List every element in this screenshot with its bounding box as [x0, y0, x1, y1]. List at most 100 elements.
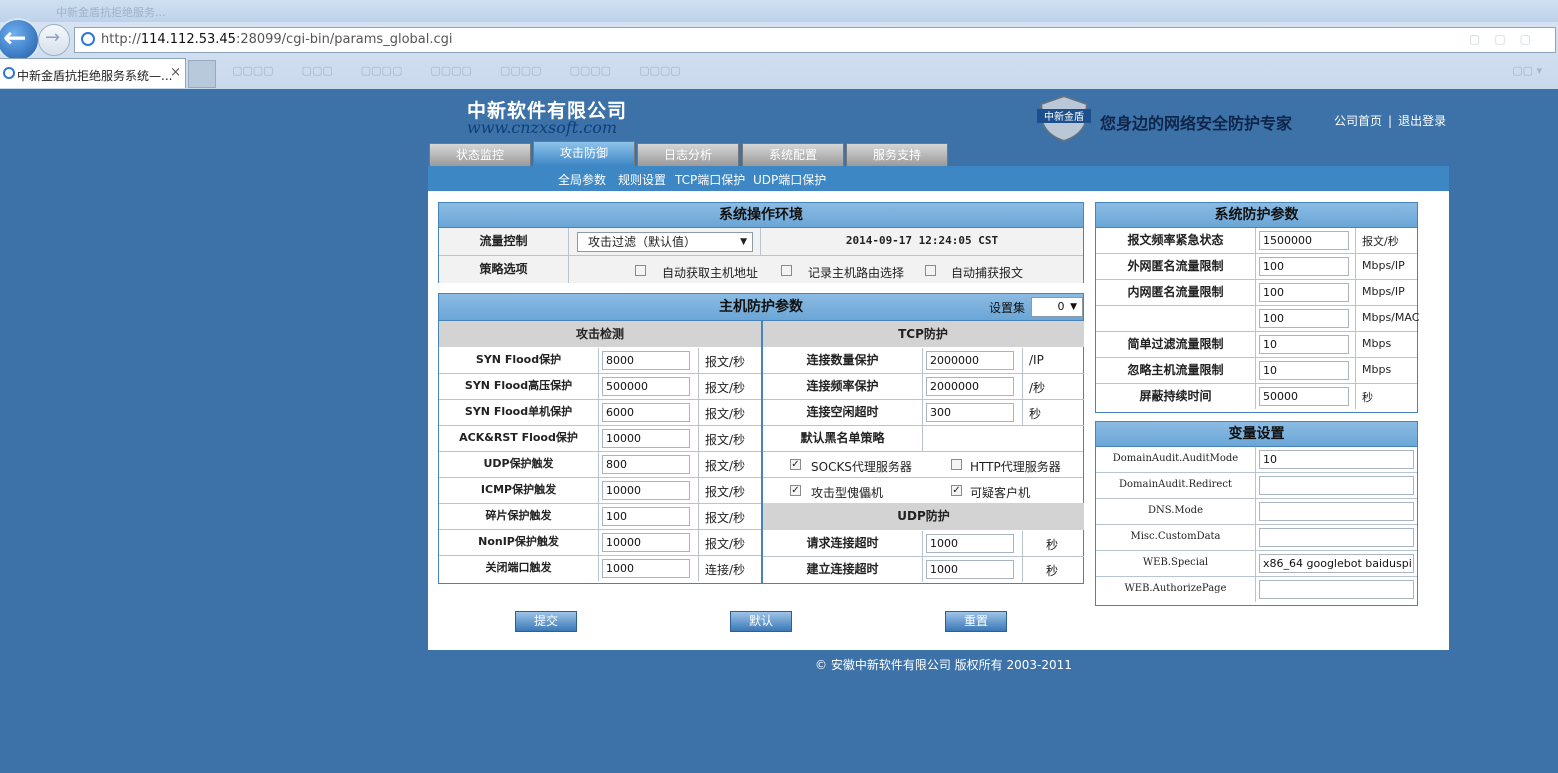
attack-row-input[interactable]: 1000	[602, 559, 690, 578]
var-row-input[interactable]	[1259, 528, 1414, 547]
address-bar[interactable]: http://114.112.53.45:28099/cgi-bin/param…	[74, 27, 1556, 53]
var-row-label: DomainAudit.Redirect	[1096, 473, 1256, 498]
var-row-input[interactable]: 10	[1259, 450, 1414, 469]
attack-row-input[interactable]: 10000	[602, 429, 690, 448]
attack-row-label: NonIP保护触发	[439, 530, 599, 555]
new-tab-button[interactable]	[188, 60, 216, 88]
http-proxy-checkbox[interactable]	[951, 459, 962, 470]
tcp-row-input[interactable]: 2000000	[926, 377, 1014, 396]
log-route-label: 记录主机路由选择	[808, 266, 905, 280]
tcp-row-input[interactable]: 300	[926, 403, 1014, 422]
sys-row-label: 内网匿名流量限制	[1096, 280, 1256, 305]
var-row-input[interactable]	[1259, 476, 1414, 495]
sys-panel-title: 系统防护参数	[1096, 203, 1417, 228]
tab-system-config[interactable]: 系统配置	[742, 143, 844, 166]
tcp-row-input-cell: 300	[923, 400, 1023, 425]
attack-row-input-cell: 8000	[599, 348, 699, 373]
attack-row-input-cell: 10000	[599, 478, 699, 503]
log-route-checkbox[interactable]	[781, 265, 792, 276]
sys-row-input[interactable]: 10	[1259, 361, 1349, 380]
suspect-client-checkbox[interactable]	[951, 485, 962, 496]
tab-ie-icon	[3, 67, 15, 79]
subtab-udp-port[interactable]: UDP端口保护	[753, 171, 826, 188]
sys-row: 报文频率紧急状态 1500000 报文/秒	[1096, 228, 1417, 254]
var-row-label: DomainAudit.AuditMode	[1096, 447, 1256, 472]
var-row-label: DNS.Mode	[1096, 499, 1256, 524]
zombie-checkbox[interactable]	[790, 485, 801, 496]
attack-detect-header: 攻击检测	[439, 321, 761, 347]
sys-row-input-cell: 100	[1256, 254, 1356, 279]
var-row: WEB.AuthorizePage	[1096, 577, 1417, 602]
shield-logo-icon: 中新金盾	[1037, 94, 1091, 142]
auto-host-address-checkbox[interactable]	[635, 265, 646, 276]
sys-row-unit: 报文/秒	[1362, 235, 1399, 248]
home-link[interactable]: 公司首页	[1334, 114, 1382, 128]
subtab-rule-settings[interactable]: 规则设置	[618, 171, 666, 188]
attack-row-unit: 报文/秒	[705, 433, 746, 447]
attack-row-input[interactable]: 8000	[602, 351, 690, 370]
udp-row-input[interactable]: 1000	[926, 534, 1014, 553]
socks-proxy-checkbox[interactable]	[790, 459, 801, 470]
var-row: DomainAudit.AuditMode 10	[1096, 447, 1417, 473]
attack-row: UDP保护触发 800 报文/秒	[439, 452, 761, 478]
tab-attack-defense[interactable]: 攻击防御	[533, 141, 635, 166]
policy-row: 策略选项 自动获取主机地址 记录主机路由选择 自动捕获报文	[439, 256, 1083, 283]
top-links-separator: |	[1388, 114, 1393, 128]
attack-row-input-cell: 100	[599, 504, 699, 529]
submit-button[interactable]: 提交	[515, 611, 577, 632]
sys-row-input[interactable]: 1500000	[1259, 231, 1349, 250]
tcp-row-unit: 秒	[1029, 407, 1042, 421]
attack-row-unit: 报文/秒	[705, 459, 746, 473]
tab-log-analysis[interactable]: 日志分析	[637, 143, 739, 166]
browser-tab[interactable]: 中新金盾抗拒绝服务系统—... ×	[0, 58, 186, 88]
attack-row-label: SYN Flood保护	[439, 348, 599, 373]
tcp-row-label: 连接数量保护	[763, 348, 923, 373]
chevron-down-icon: ▼	[740, 237, 747, 247]
attack-row-input[interactable]: 10000	[602, 481, 690, 500]
attack-row-unit: 报文/秒	[705, 381, 746, 395]
sys-row-input[interactable]: 50000	[1259, 387, 1349, 406]
tcp-row-input[interactable]: 2000000	[926, 351, 1014, 370]
var-row-input[interactable]	[1259, 502, 1414, 521]
attack-row-input[interactable]: 500000	[602, 377, 690, 396]
flow-control-select[interactable]: 攻击过滤（默认值） ▼	[577, 232, 753, 252]
ie-page-icon	[81, 32, 95, 46]
attack-row-input-cell: 6000	[599, 400, 699, 425]
tab-close-icon[interactable]: ×	[170, 65, 181, 80]
auto-capture-checkbox[interactable]	[925, 265, 936, 276]
attack-row-input[interactable]: 100	[602, 507, 690, 526]
reset-button[interactable]: 重置	[945, 611, 1007, 632]
attack-row-input[interactable]: 10000	[602, 533, 690, 552]
sys-row-input-cell: 10	[1256, 358, 1356, 383]
default-button[interactable]: 默认	[730, 611, 792, 632]
sys-row-input[interactable]: 100	[1259, 309, 1349, 328]
address-bar-icons: ▢▢▢	[1468, 32, 1545, 46]
var-row-input[interactable]	[1259, 580, 1414, 599]
tab-service-support[interactable]: 服务支持	[846, 143, 948, 166]
sys-row-unit: Mbps/IP	[1362, 259, 1405, 272]
blacklist-row: 默认黑名单策略	[763, 426, 1083, 452]
attack-row: SYN Flood单机保护 6000 报文/秒	[439, 400, 761, 426]
system-datetime: 2014-09-17 12:24:05 CST	[845, 234, 999, 247]
sys-row-unit: Mbps/MAC	[1362, 311, 1420, 324]
sys-row: 简单过滤流量限制 10 Mbps	[1096, 332, 1417, 358]
sys-row-input-cell: 100	[1256, 280, 1356, 305]
host-panel: 主机防护参数 设置集 0 ▼ 攻击检测 TCP防护 SYN Flood保护 8000…	[438, 293, 1084, 584]
set-select[interactable]: 0 ▼	[1031, 297, 1083, 317]
sys-row-input[interactable]: 100	[1259, 257, 1349, 276]
sys-row-input[interactable]: 100	[1259, 283, 1349, 302]
browser-tab-row: 中新金盾抗拒绝服务系统—... × ▢▢▢▢ ▢▢▢ ▢▢▢▢ ▢▢▢▢ ▢▢▢▢ ▢▢▢…	[0, 56, 1558, 89]
blacklist-opts-row-2: 攻击型傀儡机 可疑客户机	[763, 478, 1083, 502]
logout-link[interactable]: 退出登录	[1398, 114, 1446, 128]
subtab-global-params[interactable]: 全局参数	[558, 171, 606, 188]
var-row: DomainAudit.Redirect	[1096, 473, 1417, 499]
forward-button[interactable]	[38, 24, 70, 56]
sys-row-input[interactable]: 10	[1259, 335, 1349, 354]
attack-row-input[interactable]: 6000	[602, 403, 690, 422]
var-row-input[interactable]: x86_64 googlebot baiduspi	[1259, 554, 1414, 573]
attack-row-input[interactable]: 800	[602, 455, 690, 474]
udp-row-input[interactable]: 1000	[926, 560, 1014, 579]
subtab-tcp-port[interactable]: TCP端口保护	[675, 171, 745, 188]
attack-row: 碎片保护触发 100 报文/秒	[439, 504, 761, 530]
tab-status-monitor[interactable]: 状态监控	[429, 143, 531, 166]
